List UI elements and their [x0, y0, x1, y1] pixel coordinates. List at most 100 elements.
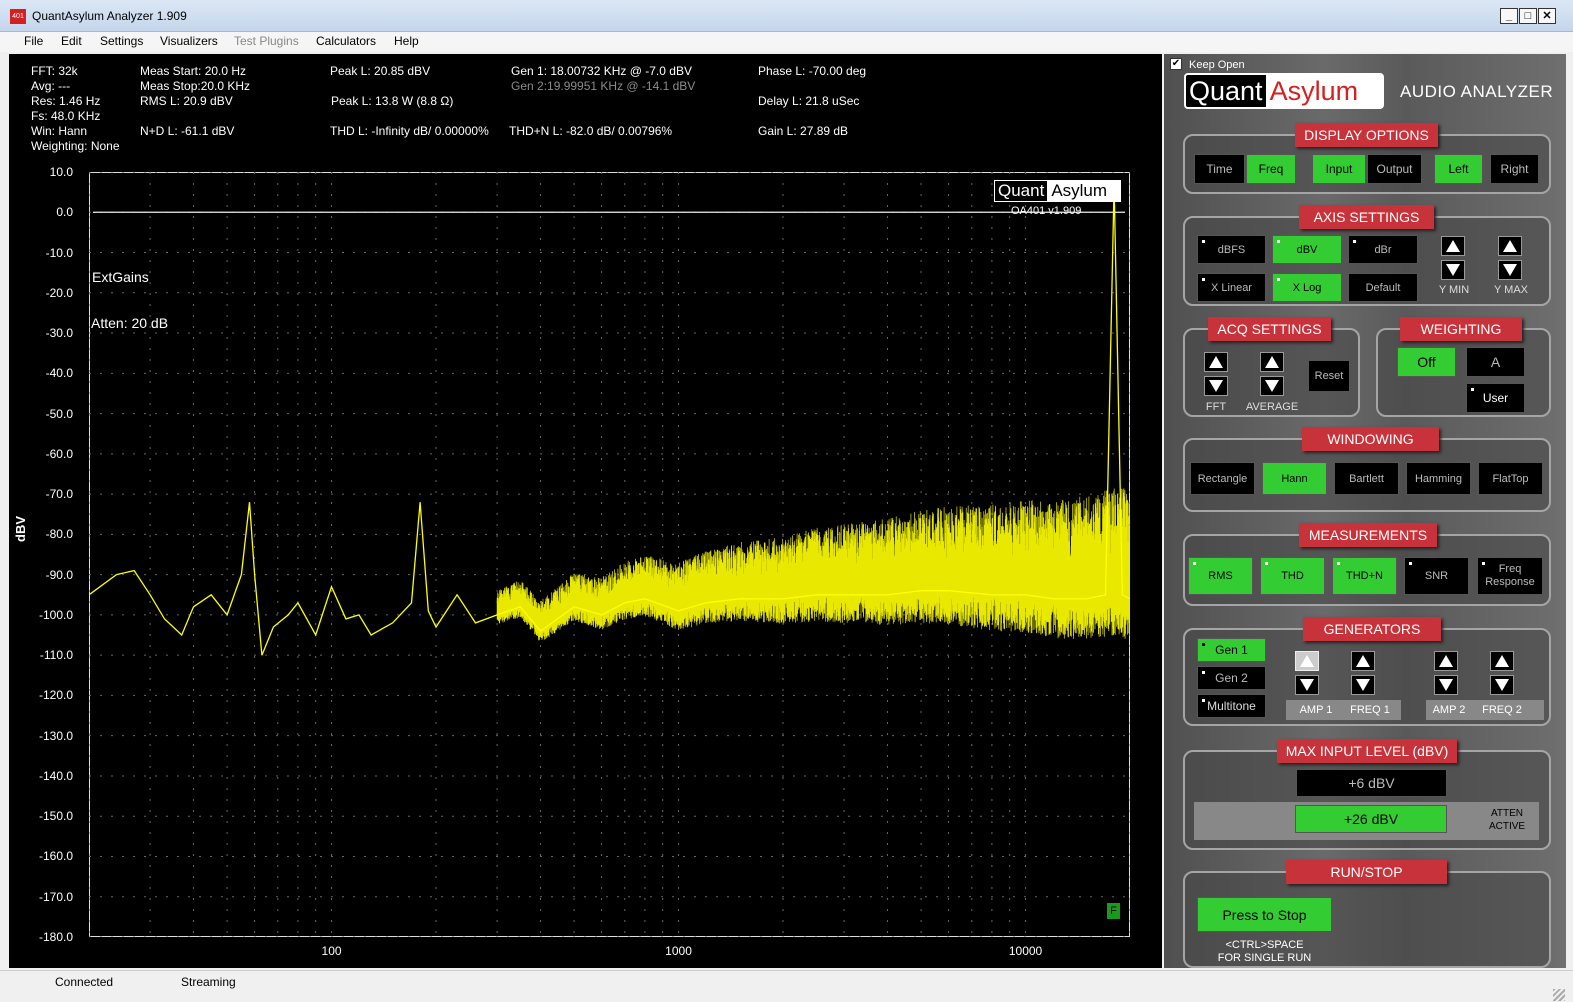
thdn-button[interactable]: THD+N — [1332, 557, 1397, 595]
left-button[interactable]: Left — [1434, 154, 1483, 184]
rms-button[interactable]: RMS — [1188, 557, 1253, 595]
windowing-header: WINDOWING — [1302, 427, 1439, 451]
weighting-off-button[interactable]: Off — [1397, 347, 1456, 377]
menu-help[interactable]: Help — [394, 34, 419, 48]
input-level-6dbv-button[interactable]: +6 dBV — [1296, 769, 1447, 797]
freq-button[interactable]: Freq — [1246, 154, 1296, 184]
input-button[interactable]: Input — [1312, 154, 1366, 184]
menu-test-plugins: Test Plugins — [234, 34, 299, 48]
freq2-up-button[interactable] — [1490, 651, 1514, 671]
dbv-button[interactable]: dBV — [1272, 235, 1342, 264]
input-level-26dbv-button[interactable]: +26 dBV — [1295, 805, 1447, 833]
weighting-a-button[interactable]: A — [1466, 347, 1525, 377]
status-bar: Connected Streaming — [0, 970, 1573, 1002]
freq2-label: FREQ 2 — [1482, 704, 1522, 716]
amp2-up-button[interactable] — [1434, 651, 1458, 671]
arrow-up-icon — [1439, 655, 1453, 667]
arrow-up-icon — [1446, 240, 1460, 252]
dbr-button[interactable]: dBr — [1348, 235, 1418, 264]
arrow-up-icon — [1503, 240, 1517, 252]
amp1-label: AMP 1 — [1299, 704, 1333, 716]
thd-button[interactable]: THD — [1260, 557, 1325, 595]
readout-fft: FFT: 32k — [31, 64, 78, 78]
average-label: AVERAGE — [1245, 401, 1299, 413]
freeze-marker[interactable]: F — [1107, 903, 1120, 919]
gen1-button[interactable]: Gen 1 — [1197, 638, 1266, 662]
freq1-down-button[interactable] — [1351, 675, 1375, 695]
amp1-up-button[interactable] — [1295, 651, 1319, 671]
dbfs-button[interactable]: dBFS — [1197, 235, 1266, 264]
menu-calculators[interactable]: Calculators — [316, 34, 376, 48]
y-tick-label: -160.0 — [38, 849, 73, 864]
quantasylum-logo: Quant Asylum — [1184, 73, 1384, 109]
x-linear-button[interactable]: X Linear — [1197, 273, 1266, 302]
hann-window-button[interactable]: Hann — [1262, 462, 1327, 495]
default-button[interactable]: Default — [1348, 273, 1418, 302]
hamming-window-button[interactable]: Hamming — [1406, 462, 1471, 495]
readout-res: Res: 1.46 Hz — [31, 94, 101, 108]
y-tick-label: -40.0 — [45, 366, 73, 381]
readout-delay: Delay L: 21.8 uSec — [758, 94, 860, 108]
spectrum-plot[interactable]: FFT: 32k Avg: --- Res: 1.46 Hz Fs: 48.0 … — [9, 54, 1162, 968]
resize-grip[interactable] — [1553, 989, 1565, 1001]
output-button[interactable]: Output — [1367, 154, 1422, 184]
bartlett-window-button[interactable]: Bartlett — [1334, 462, 1399, 495]
weighting-user-button[interactable]: User — [1466, 383, 1525, 413]
amp2-down-button[interactable] — [1434, 675, 1458, 695]
readout-peak-watts: Peak L: 13.8 W (8.8 Ω) — [331, 94, 454, 108]
gen2-button[interactable]: Gen 2 — [1197, 666, 1266, 690]
flattop-window-button[interactable]: FlatTop — [1478, 462, 1543, 495]
spectrum-chart[interactable] — [89, 172, 1130, 937]
ymin-up-button[interactable] — [1441, 236, 1465, 256]
freq2-down-button[interactable] — [1490, 675, 1514, 695]
y-tick-label: -130.0 — [38, 728, 73, 743]
menu-settings[interactable]: Settings — [100, 34, 143, 48]
y-tick-label: -90.0 — [45, 567, 73, 582]
average-down-button[interactable] — [1260, 376, 1284, 396]
fft-label: FFT — [1205, 401, 1227, 413]
y-tick-label: 0.0 — [56, 205, 73, 220]
app-icon: 401 — [10, 9, 26, 24]
arrow-up-icon — [1300, 655, 1314, 667]
ymin-down-button[interactable] — [1441, 260, 1465, 280]
weighting-header: WEIGHTING — [1400, 317, 1522, 341]
y-tick-label: -100.0 — [38, 607, 73, 622]
fft-up-button[interactable] — [1204, 352, 1228, 372]
arrow-down-icon — [1503, 264, 1517, 276]
menu-file[interactable]: File — [24, 34, 43, 48]
arrow-down-icon — [1300, 679, 1314, 691]
average-up-button[interactable] — [1260, 352, 1284, 372]
menu-visualizers[interactable]: Visualizers — [160, 34, 218, 48]
keep-open-checkbox[interactable]: ✔ — [1170, 58, 1182, 70]
freq1-up-button[interactable] — [1351, 651, 1375, 671]
atten-label: ATTEN — [1490, 808, 1524, 819]
readout-phase: Phase L: -70.00 deg — [758, 64, 867, 78]
keep-open-label: Keep Open — [1189, 59, 1245, 71]
y-tick-label: -30.0 — [45, 326, 73, 341]
right-button[interactable]: Right — [1490, 154, 1539, 184]
reset-button[interactable]: Reset — [1308, 360, 1350, 392]
minimize-button[interactable]: _ — [1500, 8, 1518, 24]
rectangle-window-button[interactable]: Rectangle — [1190, 462, 1255, 495]
press-to-stop-button[interactable]: Press to Stop — [1197, 897, 1332, 932]
time-button[interactable]: Time — [1194, 154, 1245, 184]
audio-analyzer-title: AUDIO ANALYZER — [1400, 82, 1554, 101]
fft-down-button[interactable] — [1204, 376, 1228, 396]
multitone-button[interactable]: Multitone — [1197, 694, 1266, 718]
maximize-button[interactable]: □ — [1519, 8, 1537, 24]
menu-edit[interactable]: Edit — [61, 34, 82, 48]
acq-settings-header: ACQ SETTINGS — [1208, 317, 1331, 341]
close-button[interactable]: ✕ — [1538, 8, 1556, 24]
freq-response-button[interactable]: Freq Response — [1477, 557, 1543, 595]
plot-logo: Quant Asylum — [994, 180, 1121, 202]
ymax-up-button[interactable] — [1498, 236, 1522, 256]
ymax-down-button[interactable] — [1498, 260, 1522, 280]
amp1-down-button[interactable] — [1295, 675, 1319, 695]
readout-avg: Avg: --- — [31, 79, 71, 93]
x-log-button[interactable]: X Log — [1272, 273, 1342, 302]
measurements-header: MEASUREMENTS — [1299, 523, 1437, 547]
snr-button[interactable]: SNR — [1404, 557, 1469, 595]
readout-meas-stop: Meas Stop:20.0 KHz — [140, 79, 251, 93]
control-panel: ✔ Keep Open Quant Asylum AUDIO ANALYZER … — [1164, 54, 1566, 968]
run-stop-header: RUN/STOP — [1286, 860, 1447, 884]
